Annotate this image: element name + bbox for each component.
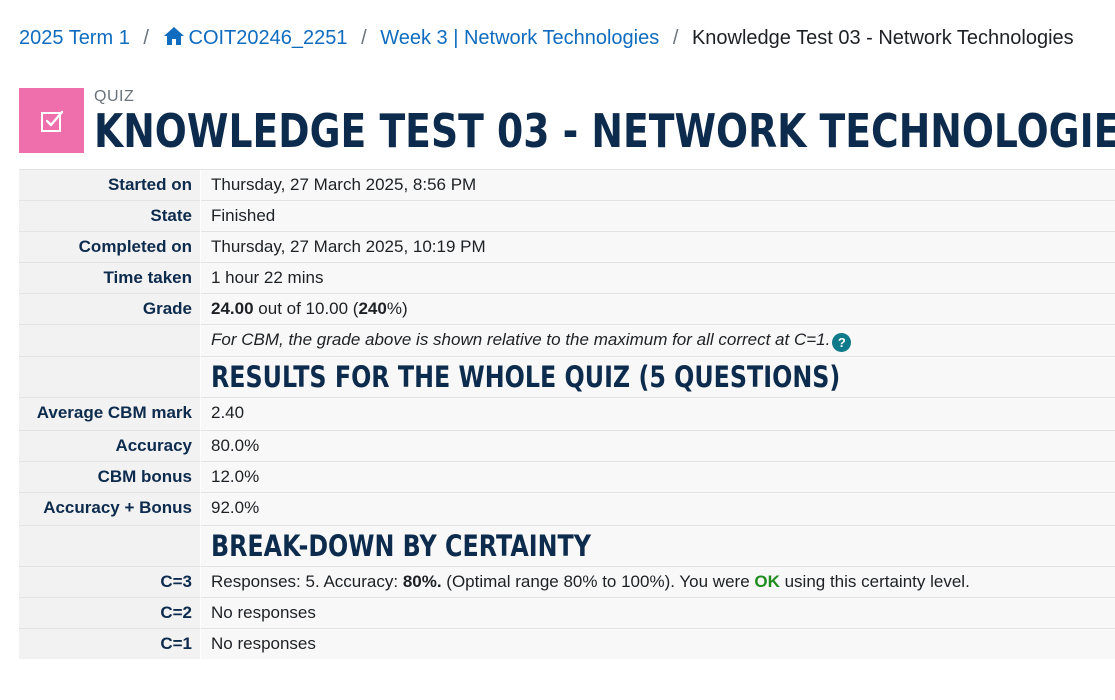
table-row: Accuracy 80.0% [19, 430, 1115, 462]
c3-text-post: using this certainty level. [779, 572, 970, 591]
grade-out-of: out of 10.00 ( [258, 299, 359, 318]
results-heading: RESULTS FOR THE WHOLE QUIZ (5 QUESTIONS) [211, 360, 841, 394]
state-label: State [19, 200, 201, 232]
table-row: BREAK-DOWN BY CERTAINTY [19, 525, 1115, 567]
results-heading-cell: RESULTS FOR THE WHOLE QUIZ (5 QUESTIONS) [200, 356, 1115, 398]
started-on-label: Started on [19, 169, 201, 201]
table-row: Time taken 1 hour 22 mins [19, 262, 1115, 294]
c3-text-pre: Responses: 5. Accuracy: [211, 572, 403, 591]
c3-ok-status: OK [754, 572, 780, 591]
grade-tail: %) [386, 299, 408, 318]
completed-on-label: Completed on [19, 231, 201, 263]
started-on-value: Thursday, 27 March 2025, 8:56 PM [200, 169, 1115, 201]
table-row: RESULTS FOR THE WHOLE QUIZ (5 QUESTIONS) [19, 356, 1115, 398]
table-row: Accuracy + Bonus 92.0% [19, 492, 1115, 526]
table-row: Average CBM mark 2.40 [19, 397, 1115, 431]
certainty-1-label: C=1 [19, 628, 201, 659]
breadcrumb-separator: / [672, 27, 679, 49]
time-taken-value: 1 hour 22 mins [200, 262, 1115, 294]
grade-percent: 240 [358, 299, 387, 318]
quiz-review-summary-table: Started on Thursday, 27 March 2025, 8:56… [19, 169, 1115, 659]
table-row: C=1 No responses [19, 628, 1115, 659]
quiz-check-icon [40, 110, 63, 132]
home-icon [163, 27, 184, 45]
table-row: State Finished [19, 200, 1115, 232]
help-icon[interactable]: ? [832, 333, 852, 352]
breakdown-heading: BREAK-DOWN BY CERTAINTY [211, 529, 591, 563]
certainty-1-value: No responses [200, 628, 1115, 659]
grade-score: 24.00 [211, 299, 254, 318]
breadcrumb-course-link[interactable]: COIT20246_2251 [163, 27, 348, 49]
quiz-module-icon [19, 88, 84, 153]
breadcrumb-separator: / [143, 27, 149, 49]
table-row: Grade 24.00 out of 10.00 (240%) [19, 293, 1115, 325]
grade-label: Grade [19, 293, 201, 325]
table-row: C=3 Responses: 5. Accuracy: 80%. (Optima… [19, 566, 1115, 598]
cbm-bonus-value: 12.0% [200, 461, 1115, 493]
table-row: For CBM, the grade above is shown relati… [19, 324, 1115, 357]
page-title: KNOWLEDGE TEST 03 - NETWORK TECHNOLOGIES [94, 104, 1115, 158]
accuracy-bonus-value: 92.0% [200, 492, 1115, 526]
empty-label [19, 356, 201, 398]
table-row: C=2 No responses [19, 597, 1115, 629]
cbm-note: For CBM, the grade above is shown relati… [211, 330, 831, 349]
empty-label [19, 525, 201, 567]
breadcrumb-week-link[interactable]: Week 3 | Network Technologies [380, 27, 659, 49]
grade-value: 24.00 out of 10.00 (240%) [200, 293, 1115, 325]
breadcrumb-current: Knowledge Test 03 - Network Technologies [691, 27, 1074, 49]
table-row: Started on Thursday, 27 March 2025, 8:56… [19, 169, 1115, 201]
breakdown-heading-cell: BREAK-DOWN BY CERTAINTY [200, 525, 1115, 567]
certainty-3-value: Responses: 5. Accuracy: 80%. (Optimal ra… [200, 566, 1115, 598]
certainty-2-label: C=2 [19, 597, 201, 629]
table-row: Completed on Thursday, 27 March 2025, 10… [19, 231, 1115, 263]
certainty-3-label: C=3 [19, 566, 201, 598]
empty-label [19, 324, 201, 357]
certainty-2-value: No responses [200, 597, 1115, 629]
completed-on-value: Thursday, 27 March 2025, 10:19 PM [200, 231, 1115, 263]
accuracy-label: Accuracy [19, 430, 201, 462]
breadcrumb-separator: / [361, 27, 367, 49]
average-cbm-label: Average CBM mark [19, 397, 201, 431]
average-cbm-value: 2.40 [200, 397, 1115, 431]
breadcrumb-course-label: COIT20246_2251 [188, 27, 348, 49]
breadcrumb: 2025 Term 1 / COIT20246_2251 / Week 3 | … [19, 26, 1074, 50]
cbm-bonus-label: CBM bonus [19, 461, 201, 493]
state-value: Finished [200, 200, 1115, 232]
table-row: CBM bonus 12.0% [19, 461, 1115, 493]
c3-text-mid: (Optimal range 80% to 100%). You were [441, 572, 755, 591]
cbm-note-cell: For CBM, the grade above is shown relati… [200, 324, 1115, 357]
accuracy-bonus-label: Accuracy + Bonus [19, 492, 201, 526]
time-taken-label: Time taken [19, 262, 201, 294]
breadcrumb-term-link[interactable]: 2025 Term 1 [19, 27, 130, 49]
c3-accuracy: 80%. [402, 572, 442, 591]
accuracy-value: 80.0% [200, 430, 1115, 462]
